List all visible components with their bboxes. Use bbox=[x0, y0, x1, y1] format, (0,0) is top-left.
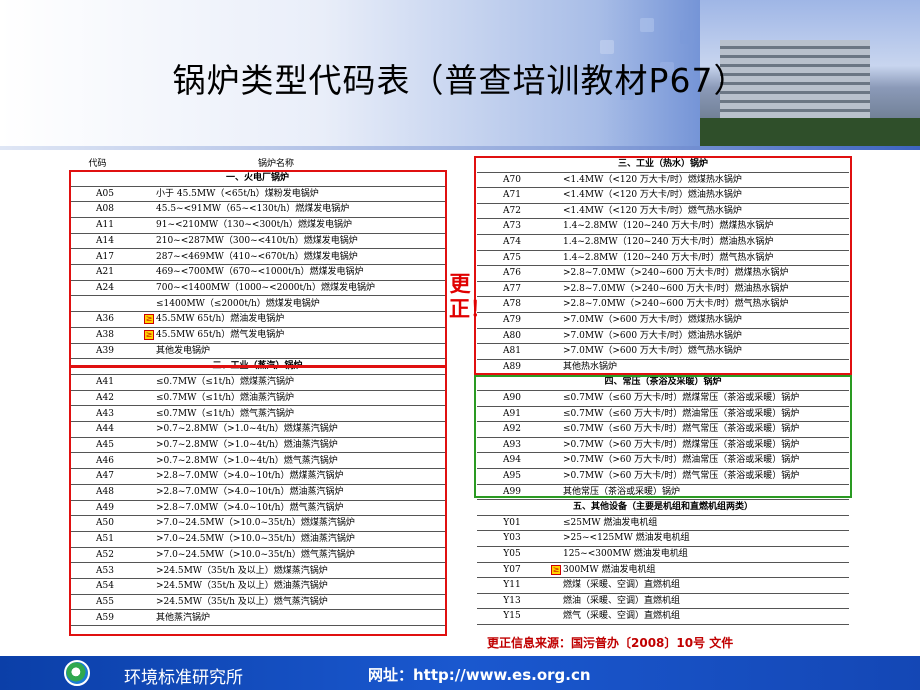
boiler-name: 燃气（采暖、空调）直燃机组 bbox=[563, 609, 680, 624]
header-divider bbox=[0, 146, 920, 150]
cell-text: 燃煤（采暖、空调）直燃机组 bbox=[563, 580, 681, 591]
cell-text: 燃油（采暖、空调）直燃机组 bbox=[563, 595, 681, 606]
cell-text: 五、其他设备（主要是机组和直燃机组两类） bbox=[572, 502, 753, 513]
red-highlight-box bbox=[474, 156, 852, 375]
footer-website[interactable]: 网址：http://www.es.org.cn bbox=[368, 664, 591, 685]
correction-mark-icon: ≥ bbox=[551, 564, 561, 575]
boiler-code: Y01 bbox=[503, 517, 521, 528]
footer-bar: 环境标准研究所 网址：http://www.es.org.cn bbox=[0, 656, 920, 690]
footer-org-name: 环境标准研究所 bbox=[124, 668, 243, 688]
boiler-name: 燃煤（采暖、空调）直燃机组 bbox=[563, 578, 680, 593]
cell-text: 300MW 燃油发电机组 bbox=[563, 564, 656, 575]
cell-text: 125~<300MW 燃油发电机组 bbox=[563, 549, 688, 559]
boiler-code: Y13 bbox=[503, 595, 521, 606]
institute-logo-icon bbox=[64, 660, 90, 686]
green-highlight-box bbox=[474, 375, 852, 498]
boiler-code: Y03 bbox=[503, 533, 521, 544]
slide-title: 锅炉类型代码表（普查培训教材P67） bbox=[172, 61, 748, 100]
boiler-code: Y11 bbox=[503, 580, 521, 591]
red-highlight-box bbox=[69, 366, 447, 636]
table-row: Y01 ≤25MW 燃油发电机组 bbox=[477, 516, 849, 532]
table-row: Y13 燃油（采暖、空调）直燃机组 bbox=[477, 594, 849, 610]
boiler-code: Y07 bbox=[503, 564, 521, 575]
correction-label: 更正！ bbox=[449, 272, 491, 321]
header-name: 锅炉名称 bbox=[258, 159, 295, 169]
decor-square bbox=[600, 40, 614, 54]
tree-line bbox=[700, 118, 920, 146]
cell-text: 燃气（采暖、空调）直燃机组 bbox=[563, 611, 681, 622]
source-note: 更正信息来源：国污普办〔2008〕10号 文件 bbox=[487, 636, 734, 650]
table-row: Y05 125~<300MW 燃油发电机组 bbox=[477, 547, 849, 563]
table-row: Y11 燃煤（采暖、空调）直燃机组 bbox=[477, 578, 849, 594]
boiler-name: >25~<125MW 燃油发电机组 bbox=[563, 531, 690, 546]
boiler-code: Y05 bbox=[503, 549, 521, 559]
boiler-code: Y15 bbox=[503, 611, 521, 622]
boiler-name: ≤25MW 燃油发电机组 bbox=[563, 516, 657, 531]
boiler-name: 燃油（采暖、空调）直燃机组 bbox=[563, 594, 680, 609]
boiler-name: 300MW 燃油发电机组 bbox=[563, 563, 656, 578]
boiler-name: 125~<300MW 燃油发电机组 bbox=[563, 547, 688, 562]
section-row: 五、其他设备（主要是机组和直燃机组两类） bbox=[477, 500, 849, 516]
table-row: Y15 燃气（采暖、空调）直燃机组 bbox=[477, 609, 849, 625]
header-code: 代码 bbox=[88, 159, 107, 169]
red-highlight-box bbox=[69, 170, 447, 367]
cell-text: ≤25MW 燃油发电机组 bbox=[563, 517, 658, 528]
section-title: 五、其他设备（主要是机组和直燃机组两类） bbox=[477, 500, 849, 515]
table-row: Y07 ≥300MW 燃油发电机组 bbox=[477, 563, 849, 579]
decor-square bbox=[640, 18, 654, 32]
decor-square bbox=[680, 30, 694, 44]
table-row: Y03 >25~<125MW 燃油发电机组 bbox=[477, 531, 849, 547]
cell-text: >25~<125MW 燃油发电机组 bbox=[563, 533, 690, 544]
slide-header: 锅炉类型代码表（普查培训教材P67） bbox=[0, 0, 920, 146]
